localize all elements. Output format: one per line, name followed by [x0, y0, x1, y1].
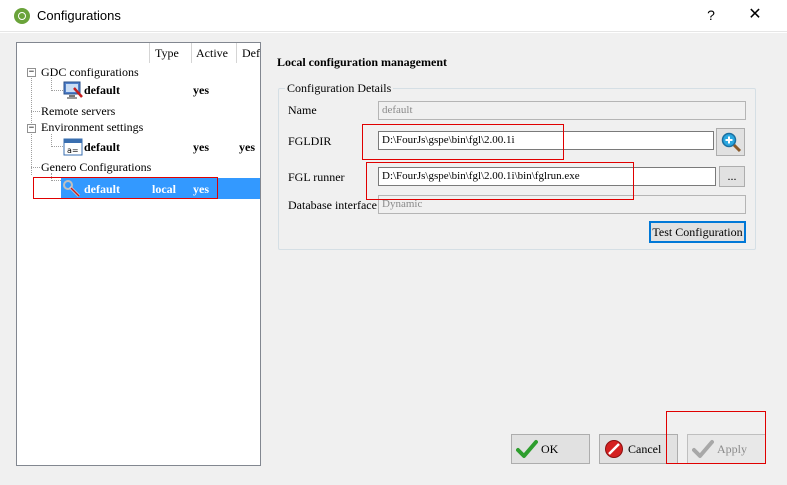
test-configuration-button[interactable]: Test Configuration	[649, 221, 746, 243]
fgldir-label: FGLDIR	[288, 134, 332, 148]
tree-node-genero-configurations[interactable]: Genero Configurations	[41, 160, 151, 175]
gdc-default-name[interactable]: default	[84, 83, 120, 98]
configuration-tree[interactable]: Type Active Def − GDC configurations def…	[16, 42, 261, 466]
database-interface-label: Database interface	[288, 198, 377, 212]
highlight-box-fgldir	[362, 124, 564, 160]
column-header-def[interactable]: Def	[242, 46, 260, 61]
env-default-active: yes	[193, 140, 209, 154]
highlight-box-fgl-runner	[366, 162, 634, 200]
env-default-name[interactable]: default	[84, 140, 120, 155]
expand-environment-toggle[interactable]: −	[27, 124, 36, 133]
cancel-button-label: Cancel	[628, 441, 662, 456]
gdc-monitor-icon	[63, 80, 83, 100]
column-header-active[interactable]: Active	[196, 46, 228, 61]
cancel-icon	[605, 440, 623, 458]
title-bar: Configurations ? ✕	[0, 0, 787, 32]
environment-window-icon: a=	[63, 137, 83, 157]
configuration-details-title: Configuration Details	[285, 81, 394, 96]
svg-text:a=: a=	[67, 146, 79, 155]
magnifier-icon	[721, 132, 741, 153]
name-label: Name	[288, 103, 317, 117]
close-button[interactable]: ✕	[740, 4, 770, 26]
help-button[interactable]: ?	[700, 4, 722, 26]
tree-header: Type Active Def	[17, 43, 260, 63]
panel-title: Local configuration management	[277, 55, 447, 69]
highlight-box-selected-row	[33, 177, 218, 199]
tree-node-gdc-configurations[interactable]: GDC configurations	[41, 65, 139, 80]
tree-node-environment-settings[interactable]: Environment settings	[41, 120, 143, 135]
env-default-def: yes	[239, 140, 255, 154]
expand-gdc-toggle[interactable]: −	[27, 68, 36, 77]
ok-button[interactable]: OK	[511, 434, 590, 464]
column-header-type[interactable]: Type	[155, 46, 179, 61]
fgl-runner-browse-button[interactable]: ...	[719, 166, 745, 187]
ok-button-label: OK	[541, 441, 559, 456]
highlight-box-apply	[666, 411, 766, 464]
gdc-default-active: yes	[193, 83, 209, 97]
fgldir-search-button[interactable]	[716, 128, 745, 156]
fgl-runner-label: FGL runner	[288, 170, 345, 184]
check-icon	[516, 440, 538, 458]
app-icon	[14, 8, 30, 24]
window-title: Configurations	[37, 8, 121, 23]
tree-node-remote-servers[interactable]: Remote servers	[41, 104, 115, 119]
name-field: default	[378, 101, 746, 120]
